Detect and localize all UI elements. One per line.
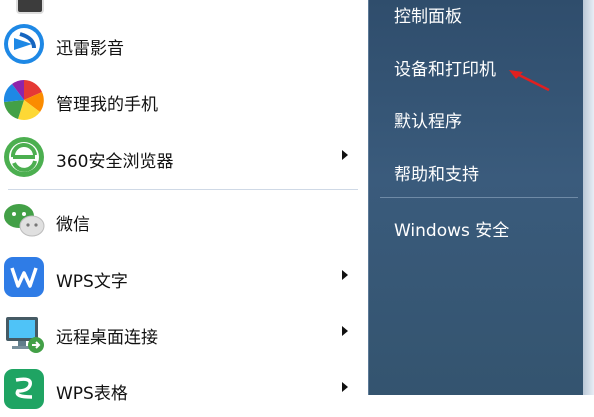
xunlei-player-icon [2, 22, 46, 66]
menu-item-360-browser[interactable]: 360安全浏览器 [0, 131, 360, 185]
submenu-arrow-icon [342, 326, 348, 336]
menu-item-xunlei[interactable]: 迅雷影音 [0, 18, 360, 72]
menu-item-label: 管理我的手机 [56, 95, 158, 115]
menu-item-label: 远程桌面连接 [56, 328, 158, 348]
phone-manager-icon [2, 78, 46, 122]
menu-item-wps-writer[interactable]: WPS文字 [0, 251, 360, 305]
help-and-support-link[interactable]: 帮助和支持 [394, 160, 479, 185]
submenu-arrow-icon [342, 382, 348, 392]
partial-top-item-icon [16, 0, 44, 14]
menu-item-label: 微信 [56, 215, 90, 235]
browser-360-icon [2, 135, 46, 179]
remote-desktop-icon [2, 311, 46, 355]
menu-item-label: WPS表格 [56, 384, 128, 404]
menu-item-label: 迅雷影音 [56, 39, 124, 59]
menu-item-label: WPS文字 [56, 272, 128, 292]
menu-item-phone-manager[interactable]: 管理我的手机 [0, 74, 360, 128]
submenu-arrow-icon [342, 150, 348, 160]
menu-item-wps-spreadsheet[interactable]: WPS表格 [0, 363, 360, 417]
devices-and-printers-link[interactable]: 设备和打印机 [394, 55, 496, 80]
wps-spreadsheet-icon [2, 367, 46, 411]
windows-security-link[interactable]: Windows 安全 [394, 216, 509, 241]
wechat-icon [2, 198, 46, 242]
right-menu-separator [380, 197, 578, 198]
default-programs-link[interactable]: 默认程序 [394, 107, 462, 132]
menu-item-label: 360安全浏览器 [56, 152, 174, 172]
annotation-arrow-icon [509, 70, 550, 92]
submenu-arrow-icon [342, 270, 348, 280]
menu-item-wechat[interactable]: 微信 [0, 194, 360, 248]
start-menu-edge [583, 0, 594, 395]
menu-separator [8, 189, 358, 190]
menu-item-remote-desktop[interactable]: 远程桌面连接 [0, 307, 360, 361]
wps-writer-icon [2, 255, 46, 299]
control-panel-link[interactable]: 控制面板 [394, 2, 462, 27]
